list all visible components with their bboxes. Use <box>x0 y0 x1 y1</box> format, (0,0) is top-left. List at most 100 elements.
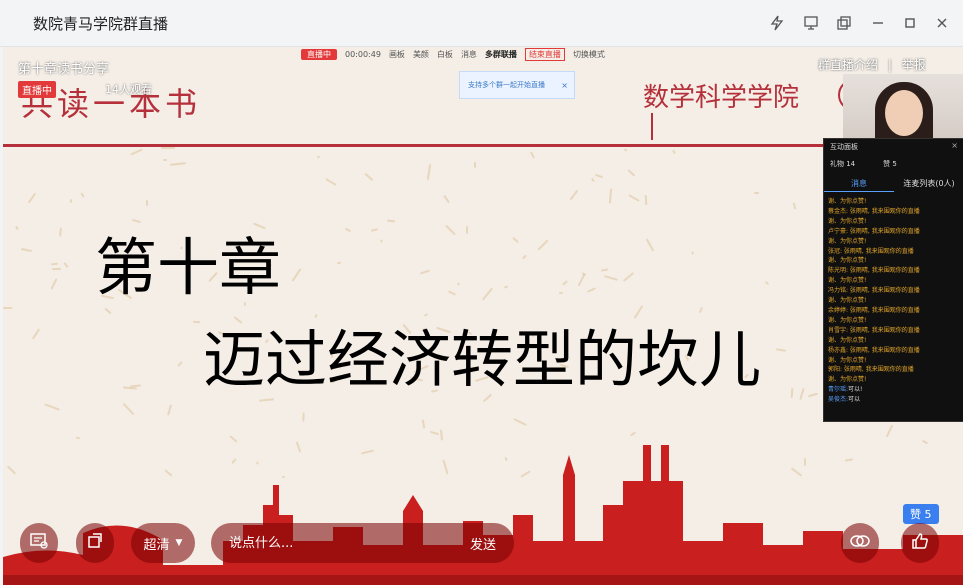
end-live-button[interactable]: 结束直播 <box>524 47 565 61</box>
paper-fleck <box>512 236 519 244</box>
paper-fleck <box>336 261 342 265</box>
popout-icon[interactable] <box>834 13 854 33</box>
paper-fleck <box>691 251 694 255</box>
paper-fleck <box>50 278 58 290</box>
paper-fleck <box>644 194 648 206</box>
tab-mic-queue[interactable]: 连麦列表(0人) <box>894 178 963 192</box>
paper-fleck <box>122 402 135 416</box>
quality-select[interactable]: 超清 ▼ <box>131 523 195 563</box>
paper-fleck <box>629 431 637 437</box>
send-button[interactable]: 发送 <box>470 534 496 553</box>
paper-fleck <box>80 192 85 198</box>
gift-count: 礼物 14 <box>830 160 856 168</box>
share-icon <box>849 532 871 554</box>
paper-fleck <box>69 198 73 204</box>
paper-fleck <box>445 224 456 236</box>
paper-fleck <box>764 280 770 286</box>
paper-fleck <box>229 435 238 443</box>
minimize-icon[interactable] <box>868 13 888 33</box>
paper-fleck <box>104 307 112 315</box>
paper-fleck <box>59 227 62 237</box>
message-text: 谢、为你点赞! <box>828 356 867 364</box>
message-item: 谢、为你点赞! <box>828 336 960 346</box>
paper-fleck <box>586 287 597 293</box>
paper-fleck <box>44 403 60 411</box>
paper-fleck <box>603 275 619 281</box>
quality-label: 超清 <box>143 537 170 553</box>
paper-fleck <box>419 269 431 275</box>
window-titlebar: 数院青马学院群直播 <box>0 0 963 47</box>
paper-fleck <box>15 225 19 231</box>
like-count-panel: 赞 5 <box>883 160 897 168</box>
paper-fleck <box>623 148 628 152</box>
message-item: 陈光明: 张雨晴, 我来围观你的直播 <box>828 266 960 276</box>
message-text: 谢、为你点赞! <box>828 297 867 305</box>
tool-drawing[interactable]: 画板 <box>389 49 405 60</box>
rotate-button[interactable] <box>76 523 114 563</box>
message-item: 蔡金杰: 张雨晴, 我来围观你的直播 <box>828 207 960 217</box>
message-item: 谢、为你点赞! <box>828 356 960 366</box>
paper-fleck <box>177 361 183 367</box>
message-item: 余婷婷: 张雨晴, 我来围观你的直播 <box>828 306 960 316</box>
tool-whiteboard[interactable]: 白板 <box>437 49 453 60</box>
panel-close-icon[interactable]: × <box>951 141 958 150</box>
paper-fleck <box>627 169 636 177</box>
thumbs-up-icon <box>910 531 930 555</box>
message-item: 谢、为你点赞! <box>828 237 960 247</box>
live-status-badge: 直播中 <box>18 81 56 98</box>
paper-fleck <box>530 151 535 159</box>
paper-fleck <box>429 430 440 436</box>
paper-fleck <box>167 404 172 416</box>
message-item: 谢、为你点赞! <box>828 197 960 207</box>
interaction-panel: 互动面板 × 礼物 14 赞 5 消息 连麦列表(0人) 谢、为你点赞! 蔡金杰:… <box>823 138 963 422</box>
comment-box: 发送 <box>211 523 514 563</box>
paper-fleck <box>513 418 527 426</box>
panel-tabs: 消息 连麦列表(0人) <box>824 178 963 192</box>
paper-fleck <box>169 162 187 166</box>
paper-fleck <box>443 194 450 204</box>
live-stage[interactable]: 共读一本书 数学科学学院 第十章读书分享 直播中 14人观看 直播中 00:00… <box>3 47 963 585</box>
message-item: 青尔瑶:可以! <box>828 385 960 395</box>
share-screen-icon[interactable] <box>801 13 821 33</box>
message-item: 吴俊杰:可以 <box>828 395 960 405</box>
paper-fleck <box>344 227 352 233</box>
paper-fleck <box>160 146 176 150</box>
screen-record-button[interactable] <box>20 523 58 563</box>
tool-beauty[interactable]: 美颜 <box>413 49 429 60</box>
comment-input[interactable] <box>227 534 431 552</box>
message-item: 冯力铭: 张雨晴, 我来围观你的直播 <box>828 286 960 296</box>
paper-fleck <box>591 177 595 183</box>
paper-fleck <box>51 267 62 271</box>
maximize-icon[interactable] <box>900 13 920 33</box>
message-item: 卢宁豪: 张雨晴, 我来围观你的直播 <box>828 227 960 237</box>
paper-fleck <box>622 272 635 282</box>
paper-fleck <box>50 262 59 266</box>
paper-fleck <box>790 387 794 399</box>
paper-fleck <box>325 178 337 186</box>
report-link[interactable]: 举报 <box>902 58 926 72</box>
switch-mode-button[interactable]: 切换模式 <box>573 49 605 60</box>
tool-messages[interactable]: 消息 <box>461 49 477 60</box>
paper-fleck <box>754 192 759 194</box>
hint-close-icon[interactable]: × <box>561 81 568 90</box>
tool-multi-group[interactable]: 多群联播 <box>485 49 517 60</box>
close-icon[interactable] <box>932 13 952 33</box>
header-divider <box>651 113 653 140</box>
viewer-count: 14人观看 <box>105 83 152 96</box>
tab-messages[interactable]: 消息 <box>824 178 894 192</box>
lightning-icon[interactable] <box>767 13 787 33</box>
message-text: 肖雪宇: 张雨晴, 我来围观你的直播 <box>828 326 920 334</box>
paper-fleck <box>521 254 528 260</box>
paper-fleck <box>386 219 396 223</box>
message-item: 郭阳: 张雨晴, 我来围观你的直播 <box>828 365 960 375</box>
paper-fleck <box>562 280 568 286</box>
paper-fleck <box>473 161 477 169</box>
paper-fleck <box>608 188 613 204</box>
live-intro-link[interactable]: 群直播介绍 <box>818 58 878 72</box>
like-button[interactable] <box>901 523 939 563</box>
paper-fleck <box>885 424 894 438</box>
paper-fleck <box>456 282 461 286</box>
message-list: 谢、为你点赞! 蔡金杰: 张雨晴, 我来围观你的直播 谢、为你点赞! 卢宁豪: 张雨晴… <box>828 197 960 405</box>
share-button[interactable] <box>841 523 879 563</box>
message-text: 谢、为你点赞! <box>828 237 867 245</box>
